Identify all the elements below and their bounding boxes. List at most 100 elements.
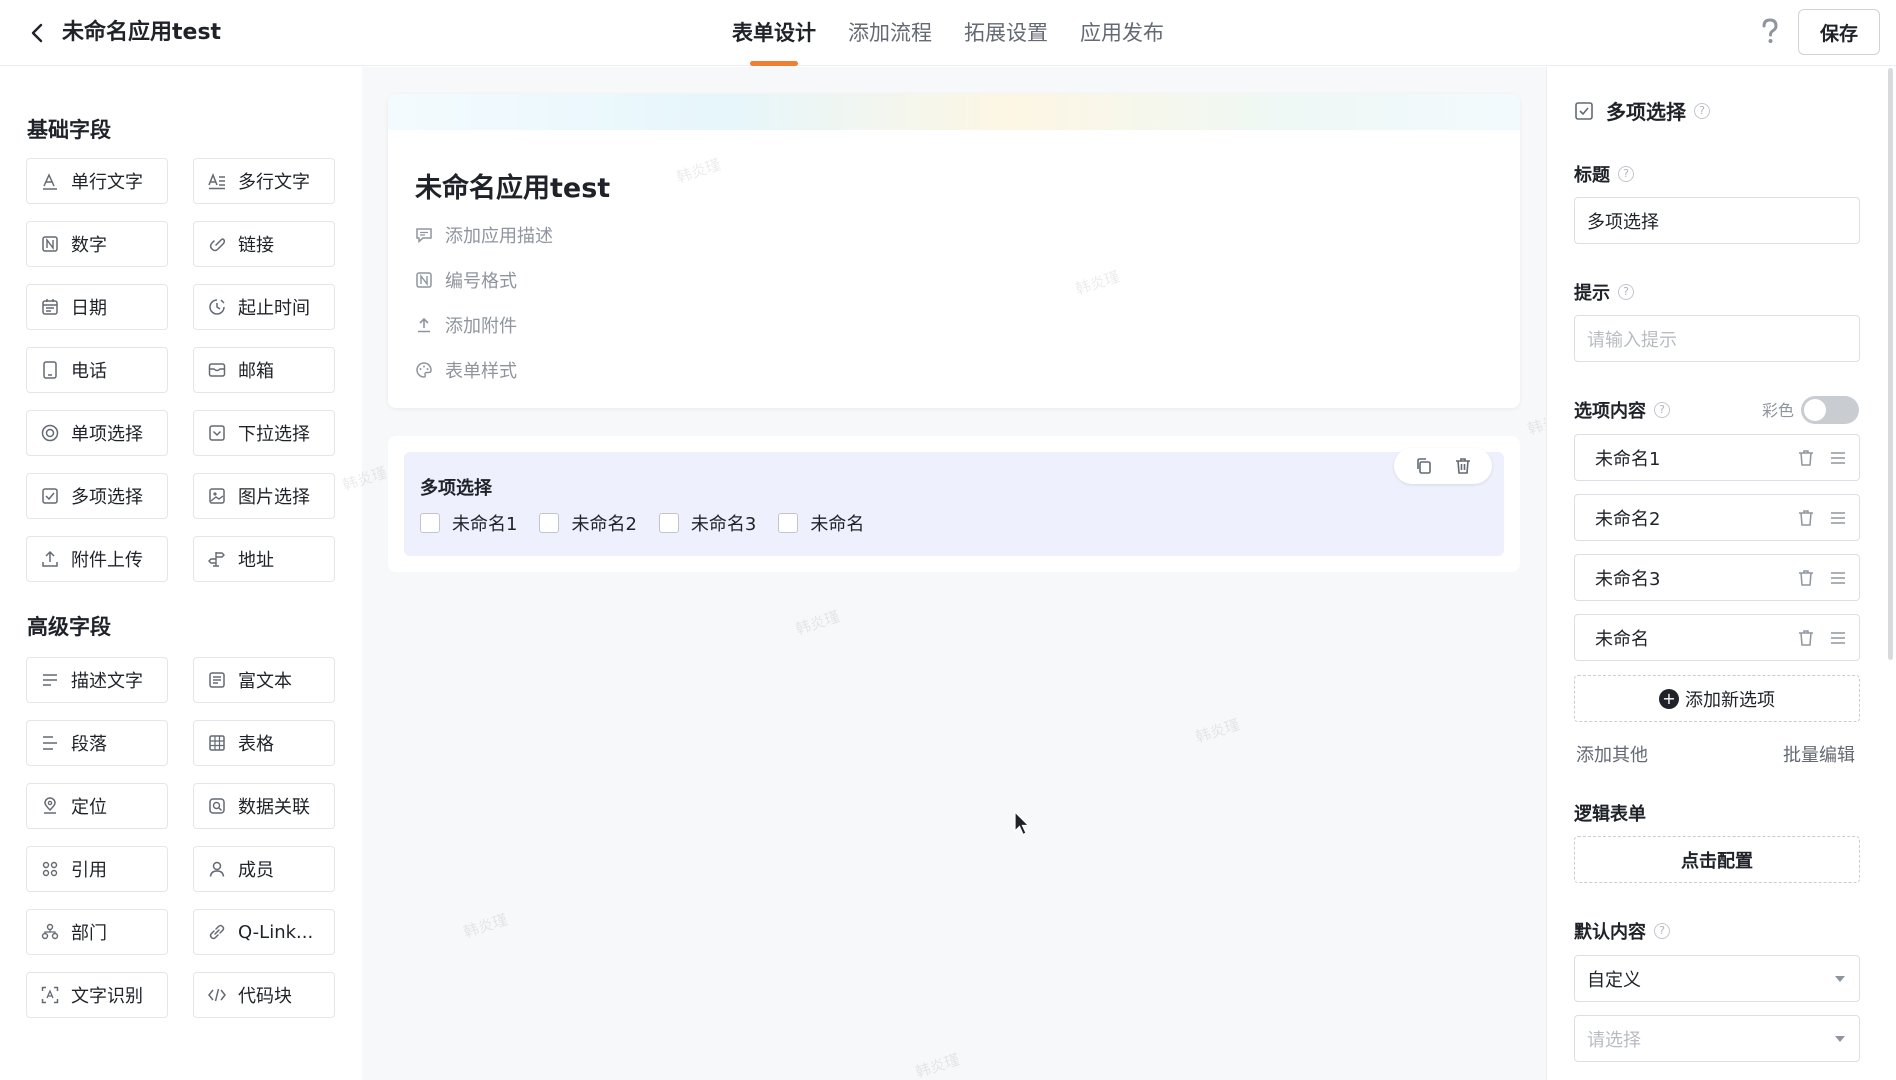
option-row[interactable]: 未命名 bbox=[1574, 614, 1860, 661]
help-icon[interactable]: ? bbox=[1694, 102, 1710, 119]
mail-icon bbox=[208, 363, 226, 377]
calendar-icon bbox=[42, 299, 58, 315]
bulk-edit-link[interactable]: 批量编辑 bbox=[1783, 741, 1855, 767]
help-question-icon[interactable] bbox=[1755, 16, 1785, 46]
field-single-choice[interactable]: 单项选择 bbox=[26, 410, 168, 456]
member-icon bbox=[209, 861, 225, 877]
app-title: 未命名应用test bbox=[62, 20, 222, 45]
add-other-link[interactable]: 添加其他 bbox=[1576, 741, 1648, 767]
tab-extension-settings[interactable]: 拓展设置 bbox=[964, 0, 1048, 66]
field-date[interactable]: 日期 bbox=[26, 284, 168, 330]
advanced-fields-title: 高级字段 bbox=[27, 615, 111, 639]
checkbox[interactable] bbox=[539, 513, 560, 533]
chevron-down-icon bbox=[1835, 976, 1845, 982]
configure-logic-button[interactable]: 点击配置 bbox=[1574, 836, 1860, 883]
field-geolocation[interactable]: 定位 bbox=[26, 783, 168, 829]
default-content-label: 默认内容? bbox=[1574, 918, 1670, 944]
hint-input[interactable]: 请输入提示 bbox=[1574, 315, 1860, 362]
help-icon[interactable]: ? bbox=[1654, 402, 1670, 418]
field-code-block[interactable]: 代码块 bbox=[193, 972, 335, 1018]
add-option-button[interactable]: + 添加新选项 bbox=[1574, 675, 1860, 722]
drag-handle-icon[interactable] bbox=[1829, 629, 1847, 647]
add-attachment[interactable]: 添加附件 bbox=[415, 312, 517, 338]
text-a-icon bbox=[43, 173, 57, 190]
field-phone[interactable]: 电话 bbox=[26, 347, 168, 393]
tab-app-publish[interactable]: 应用发布 bbox=[1080, 0, 1164, 66]
drag-handle-icon[interactable] bbox=[1829, 449, 1847, 467]
help-icon[interactable]: ? bbox=[1618, 284, 1634, 300]
field-paragraph[interactable]: 段落 bbox=[26, 720, 168, 766]
field-address[interactable]: 地址 bbox=[193, 536, 335, 582]
trash-icon[interactable] bbox=[1797, 568, 1815, 588]
tab-add-process[interactable]: 添加流程 bbox=[848, 0, 932, 66]
field-rich-text[interactable]: 富文本 bbox=[193, 657, 335, 703]
help-icon[interactable]: ? bbox=[1618, 166, 1634, 182]
field-email[interactable]: 邮箱 bbox=[193, 347, 335, 393]
palette-icon bbox=[416, 362, 432, 378]
form-style[interactable]: 表单样式 bbox=[415, 357, 517, 383]
mouse-cursor-icon bbox=[1014, 811, 1030, 836]
checkbox-icon bbox=[1575, 101, 1593, 120]
field-single-line-text[interactable]: 单行文字 bbox=[26, 158, 168, 204]
save-button[interactable]: 保存 bbox=[1798, 9, 1880, 55]
color-toggle[interactable] bbox=[1801, 396, 1859, 424]
question-option[interactable]: 未命名3 bbox=[658, 510, 756, 536]
color-label: 彩色 bbox=[1762, 401, 1795, 420]
help-icon[interactable]: ? bbox=[1654, 923, 1670, 939]
delete-icon[interactable] bbox=[1453, 456, 1473, 476]
question-option[interactable]: 未命名2 bbox=[539, 510, 637, 536]
checkbox[interactable] bbox=[420, 513, 440, 533]
default-value-select[interactable]: 请选择 bbox=[1574, 1015, 1860, 1062]
properties-scrollbar[interactable] bbox=[1888, 68, 1893, 660]
field-description[interactable]: 描述文字 bbox=[26, 657, 168, 703]
field-multi-choice[interactable]: 多项选择 bbox=[26, 473, 168, 519]
tab-form-design[interactable]: 表单设计 bbox=[732, 0, 816, 66]
drag-handle-icon[interactable] bbox=[1829, 569, 1847, 587]
default-type-select[interactable]: 自定义 bbox=[1574, 955, 1860, 1002]
checkbox[interactable] bbox=[778, 513, 799, 533]
field-qlink[interactable]: Q-Link... bbox=[193, 909, 335, 955]
form-name[interactable]: 未命名应用test bbox=[415, 166, 610, 205]
data-link-icon bbox=[209, 798, 225, 814]
add-app-description[interactable]: 添加应用描述 bbox=[415, 222, 553, 248]
number-icon bbox=[42, 236, 58, 252]
paragraph-icon bbox=[43, 736, 57, 750]
field-time-range[interactable]: 起止时间 bbox=[193, 284, 335, 330]
field-table[interactable]: 表格 bbox=[193, 720, 335, 766]
trash-icon[interactable] bbox=[1797, 628, 1815, 648]
field-department[interactable]: 部门 bbox=[26, 909, 168, 955]
hint-label: 提示? bbox=[1574, 279, 1634, 305]
field-number[interactable]: 数字 bbox=[26, 221, 168, 267]
field-member[interactable]: 成员 bbox=[193, 846, 335, 892]
options-label: 选项内容? bbox=[1574, 397, 1670, 423]
option-row[interactable]: 未命名2 bbox=[1574, 494, 1860, 541]
table-icon bbox=[209, 735, 225, 751]
field-link[interactable]: 链接 bbox=[193, 221, 335, 267]
reference-icon bbox=[42, 861, 58, 877]
field-data-association[interactable]: 数据关联 bbox=[193, 783, 335, 829]
number-format[interactable]: 编号格式 bbox=[415, 267, 517, 293]
trash-icon[interactable] bbox=[1797, 448, 1815, 468]
number-format-icon bbox=[416, 272, 432, 288]
question-option[interactable]: 未命名 bbox=[778, 510, 864, 536]
checkbox[interactable] bbox=[658, 513, 679, 533]
back-arrow-icon[interactable] bbox=[22, 18, 52, 48]
question-selected-area[interactable]: 多项选择 未命名1 未命名2 未命名3 未命名 bbox=[404, 448, 1504, 556]
field-multi-line-text[interactable]: 多行文字 bbox=[193, 158, 335, 204]
copy-icon[interactable] bbox=[1414, 456, 1434, 476]
basic-fields-title: 基础字段 bbox=[27, 118, 111, 142]
question-option[interactable]: 未命名1 bbox=[420, 510, 517, 536]
field-ocr[interactable]: 文字识别 bbox=[26, 972, 168, 1018]
option-row[interactable]: 未命名3 bbox=[1574, 554, 1860, 601]
field-dropdown[interactable]: 下拉选择 bbox=[193, 410, 335, 456]
question-card[interactable]: 多项选择 未命名1 未命名2 未命名3 未命名 bbox=[388, 436, 1520, 572]
field-image-choice[interactable]: 图片选择 bbox=[193, 473, 335, 519]
properties-header: 多项选择 ? bbox=[1574, 96, 1710, 125]
drag-handle-icon[interactable] bbox=[1829, 509, 1847, 527]
trash-icon[interactable] bbox=[1797, 508, 1815, 528]
field-attachment-upload[interactable]: 附件上传 bbox=[26, 536, 168, 582]
checkbox-icon bbox=[42, 488, 58, 504]
field-reference[interactable]: 引用 bbox=[26, 846, 168, 892]
title-input[interactable]: 多项选择 bbox=[1574, 197, 1860, 244]
option-row[interactable]: 未命名1 bbox=[1574, 434, 1860, 481]
